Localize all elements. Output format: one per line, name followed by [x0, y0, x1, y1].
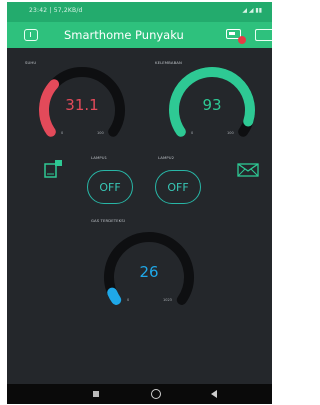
- tab-icon[interactable]: [255, 29, 272, 41]
- humidity-min: 0: [191, 131, 194, 135]
- home-button[interactable]: [151, 389, 161, 399]
- temperature-value: 31.1: [65, 96, 99, 114]
- app-title: Smarthome Punyaku: [64, 28, 184, 42]
- gas-min: 0: [127, 298, 130, 302]
- lamp1-label: LAMPU1: [91, 155, 108, 160]
- status-icons: ◢ ◢ ▮▮: [242, 7, 262, 14]
- temperature-gauge-fill: [39, 79, 60, 137]
- gas-gauge: 26 0 1023: [91, 230, 207, 312]
- app-bar: Smarthome Punyaku: [7, 22, 272, 48]
- lamp2-label: LAMPU2: [158, 155, 175, 160]
- phone-screen: 23:42 | 57,2KB/d ◢ ◢ ▮▮ Smarthome Punyak…: [7, 2, 272, 404]
- gas-label: GAS TERDETEKSI: [91, 218, 125, 223]
- temperature-gauge: 31.1 0 100: [27, 65, 137, 143]
- lamp1-toggle-button[interactable]: OFF: [87, 170, 133, 204]
- humidity-max: 100: [227, 131, 234, 135]
- humidity-value: 93: [202, 96, 222, 114]
- status-bar: 23:42 | 57,2KB/d ◢ ◢ ▮▮: [7, 2, 272, 22]
- lamp2-toggle-button[interactable]: OFF: [155, 170, 201, 204]
- navigation-bar: [7, 384, 272, 404]
- email-icon[interactable]: [237, 163, 259, 177]
- temperature-min: 0: [61, 131, 64, 135]
- back-button[interactable]: [211, 390, 217, 398]
- tablet-notification-icon[interactable]: [43, 159, 65, 179]
- temperature-max: 100: [97, 131, 104, 135]
- recent-apps-button[interactable]: [93, 391, 99, 397]
- device-badge: [238, 36, 246, 44]
- gas-gauge-fill: [107, 287, 122, 305]
- menu-icon[interactable]: [24, 29, 38, 41]
- gas-value: 26: [139, 263, 159, 281]
- status-time: 23:42 | 57,2KB/d: [29, 7, 83, 14]
- gas-max: 1023: [163, 298, 172, 302]
- humidity-gauge: 93 0 100: [157, 65, 267, 143]
